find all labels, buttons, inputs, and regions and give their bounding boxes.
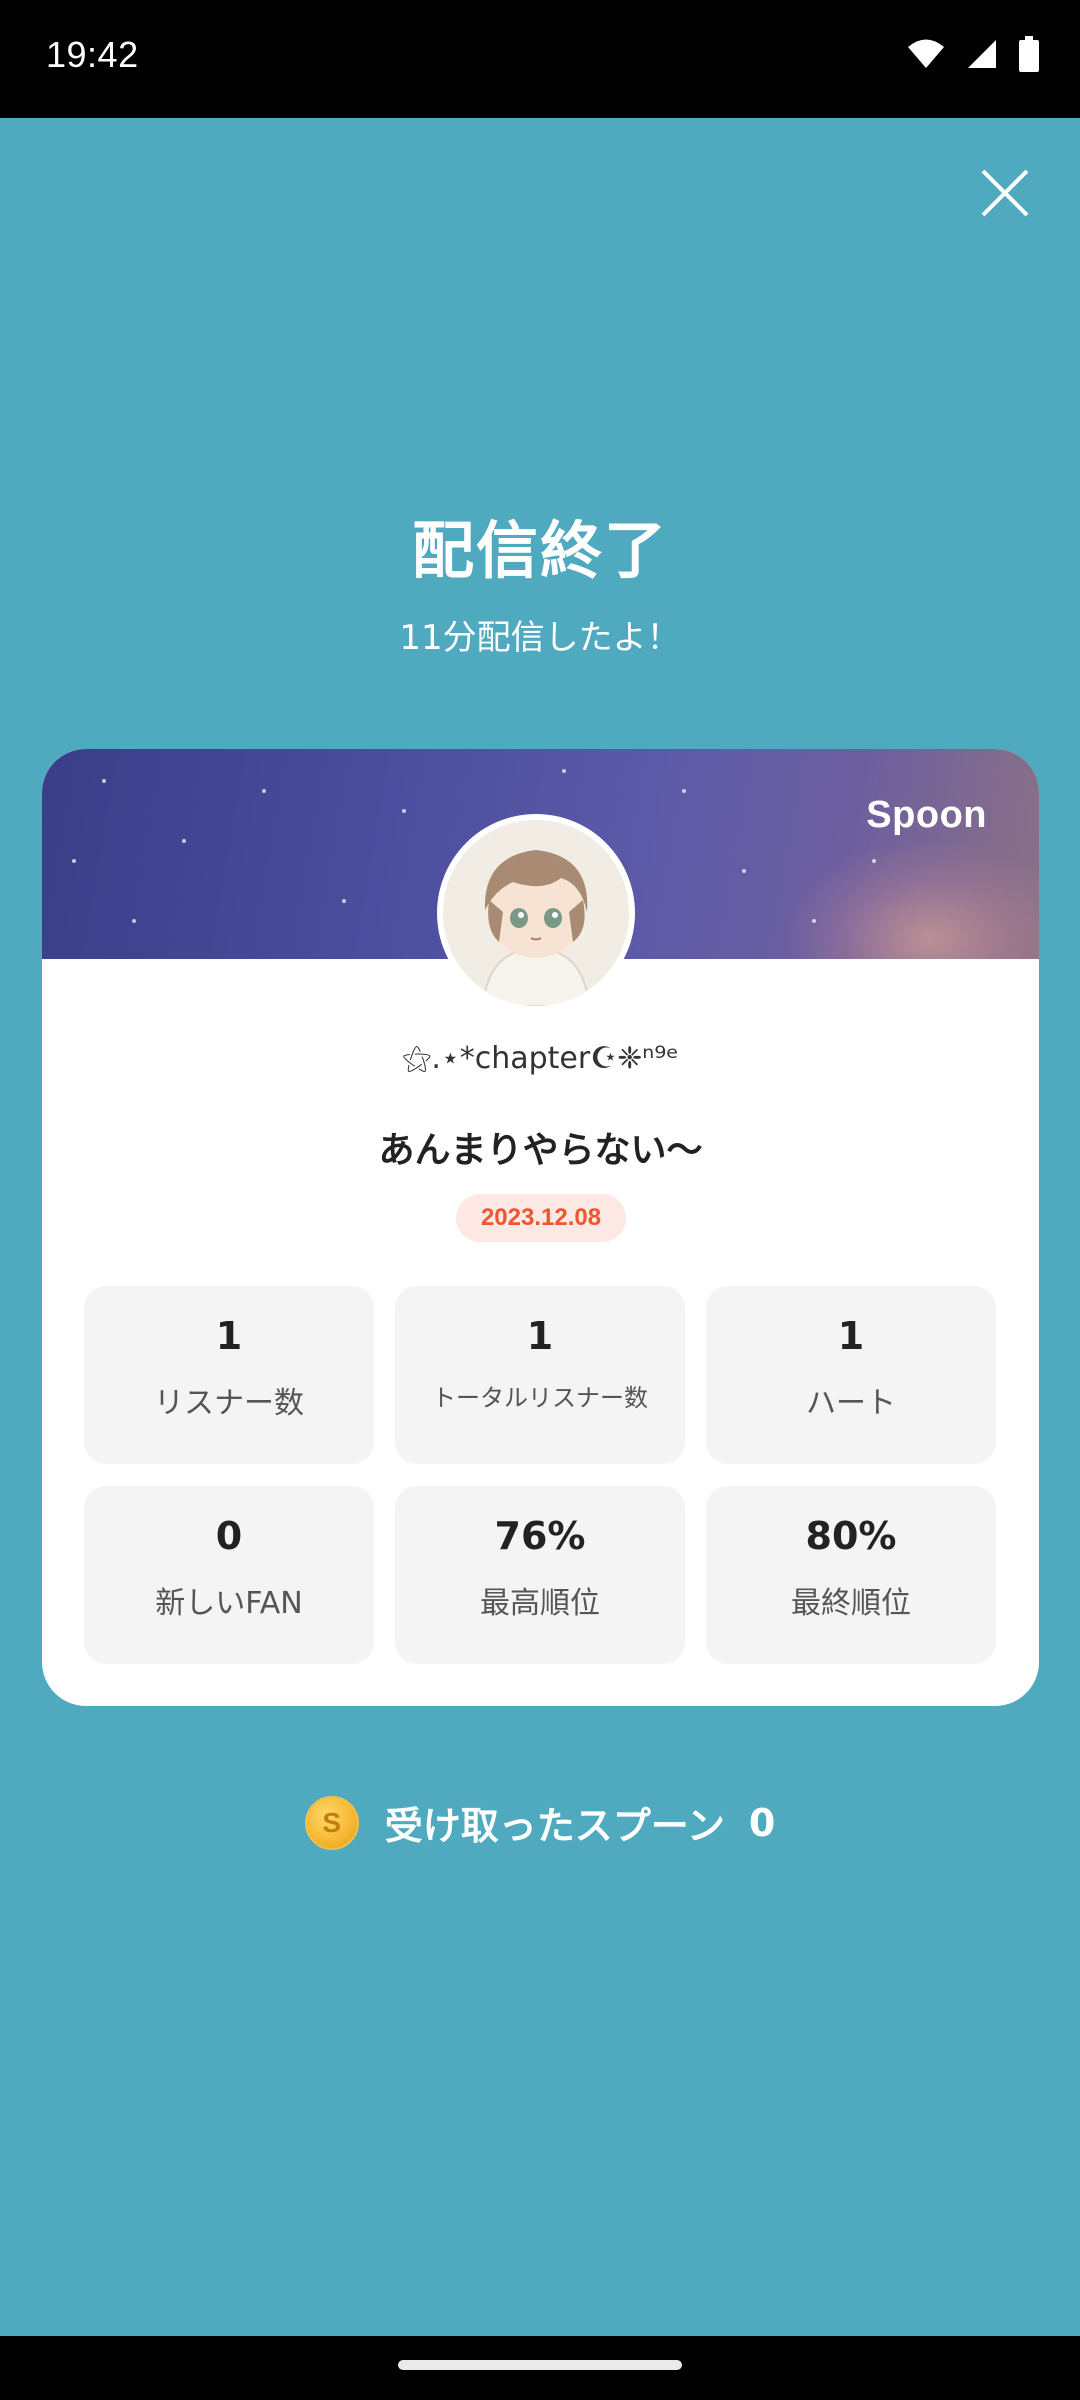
spoons-received: S 受け取ったスプーン 0 (0, 1795, 1080, 1850)
stat-highest-rank: 76% 最高順位 (395, 1486, 685, 1664)
banner-glow (779, 839, 1039, 959)
stat-label: 新しいFAN (155, 1586, 303, 1621)
status-time: 19:42 (46, 34, 139, 75)
home-gesture-handle[interactable] (398, 2360, 682, 2370)
status-bar: 19:42 (0, 0, 1080, 118)
banner-star (262, 789, 266, 793)
banner-star (812, 919, 816, 923)
stat-label: 最高順位 (480, 1586, 600, 1621)
stat-value: 1 (526, 1314, 554, 1358)
banner-star (182, 839, 186, 843)
stat-value: 1 (837, 1314, 865, 1358)
stat-label: ハート (806, 1386, 896, 1421)
spoon-coin-icon: S (304, 1795, 359, 1850)
banner-star (682, 789, 686, 793)
status-icons (906, 36, 1040, 72)
stat-label: 最終順位 (791, 1586, 911, 1621)
wifi-icon (908, 39, 944, 68)
banner-star (132, 919, 136, 923)
banner-star (562, 769, 566, 773)
stat-value: 80% (805, 1514, 897, 1558)
banner-star (102, 779, 106, 783)
banner-star (402, 809, 406, 813)
stat-value: 1 (215, 1314, 243, 1358)
battery-icon (1019, 36, 1039, 72)
page-title: 配信終了 (411, 514, 668, 587)
spoons-label: 受け取ったスプーン (384, 1804, 725, 1848)
stat-hearts: 1 ハート (706, 1286, 996, 1464)
stat-value: 0 (215, 1514, 243, 1558)
avatar[interactable] (437, 814, 635, 1012)
stat-label: リスナー数 (154, 1386, 304, 1421)
close-icon[interactable] (975, 163, 1035, 223)
stat-listeners: 1 リスナー数 (84, 1286, 374, 1464)
signal-icon (968, 40, 996, 68)
date-badge: 2023.12.08 (456, 1194, 626, 1242)
summary-card: Spoon ⚝.⋆*chapter☪︎❈ⁿ⁹ᵉ あんまりやらない〜 2023.1… (42, 749, 1039, 1706)
stat-final-rank: 80% 最終順位 (706, 1486, 996, 1664)
brand-logo: Spoon (866, 794, 987, 836)
live-title: あんまりやらない〜 (378, 1130, 703, 1171)
banner-star (742, 869, 746, 873)
banner-star (72, 859, 76, 863)
broadcast-duration: 11分配信したよ！ (399, 618, 681, 658)
stat-new-fans: 0 新しいFAN (84, 1486, 374, 1664)
stat-label: トータルリスナー数 (432, 1384, 648, 1412)
spoons-count: 0 (748, 1800, 776, 1845)
banner-star (872, 859, 876, 863)
stat-total-listeners: 1 トータルリスナー数 (395, 1286, 685, 1464)
username: ⚝.⋆*chapter☪︎❈ⁿ⁹ᵉ (402, 1041, 679, 1076)
banner-star (342, 899, 346, 903)
avatar-image (443, 820, 629, 1006)
navigation-bar (0, 2336, 1080, 2400)
stat-value: 76% (494, 1514, 586, 1558)
